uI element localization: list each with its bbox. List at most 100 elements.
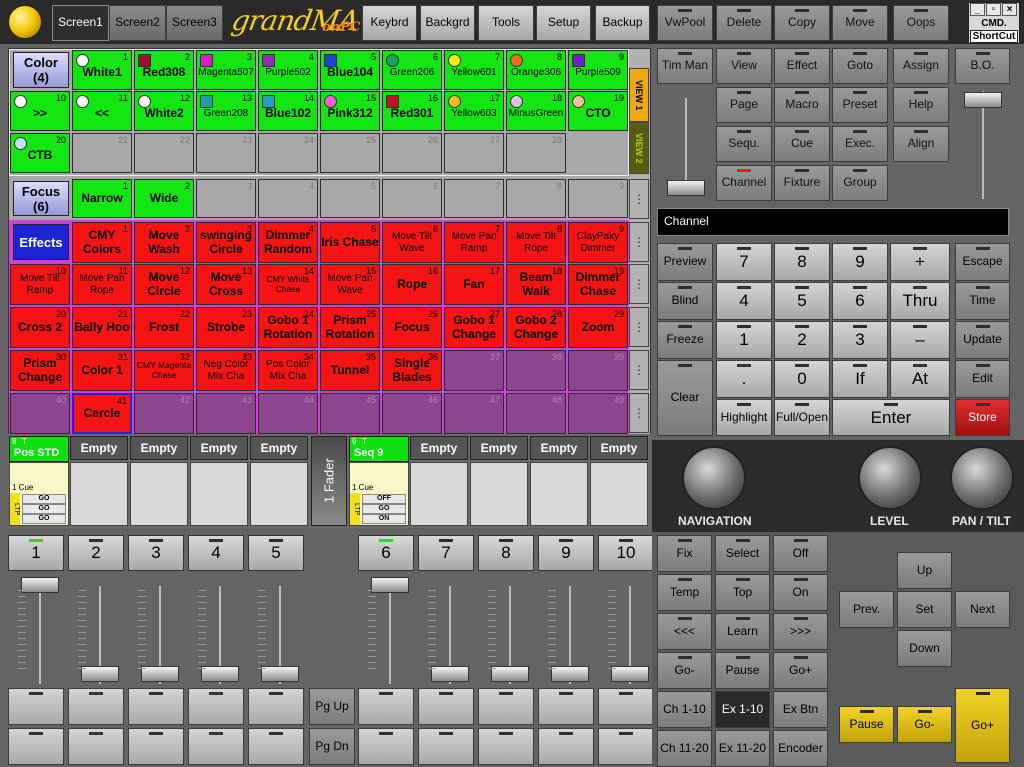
oops-button[interactable]: Oops: [893, 5, 949, 41]
on-button[interactable]: On: [773, 574, 828, 611]
prev-button[interactable]: Prev.: [839, 591, 894, 628]
pool-cell-cmy-white-chase[interactable]: CMY White Chase 14: [258, 264, 318, 305]
go-button[interactable]: Go+: [773, 652, 828, 689]
pool-cell-pos-color-mix-cha[interactable]: Pos Color Mix Cha 34: [258, 350, 318, 391]
pool-cell-empty[interactable]: 37: [444, 350, 504, 391]
effect-button[interactable]: Effect: [774, 48, 830, 84]
fader-8-button-bottom[interactable]: [478, 728, 534, 765]
thru-key[interactable]: Thru: [890, 282, 950, 320]
digit-1-key[interactable]: 1: [716, 321, 772, 359]
fader-7-button-bottom[interactable]: [418, 728, 474, 765]
clear-key[interactable]: Clear: [657, 360, 713, 436]
escape-key[interactable]: Escape: [955, 243, 1010, 281]
encoder-button[interactable]: Encoder: [773, 730, 828, 767]
enter-key[interactable]: Enter: [832, 399, 950, 436]
digit-9-key[interactable]: 9: [832, 243, 888, 281]
pool-cell-tunnel[interactable]: Tunnel 35: [320, 350, 380, 391]
pool-cell-move-pan-ramp[interactable]: Move Pan Ramp 7: [444, 222, 504, 263]
executor-go-state[interactable]: GO: [362, 504, 406, 514]
preset-button[interactable]: Preset: [832, 87, 888, 123]
select-button[interactable]: Select: [715, 535, 770, 572]
fader-knob[interactable]: [431, 666, 469, 682]
pool-cell-cto[interactable]: CTO 19: [568, 91, 628, 131]
pool-cell-gobo-1-change[interactable]: Gobo 1 Change 27: [444, 307, 504, 348]
fader-10-number[interactable]: 10: [598, 535, 654, 571]
pool-cell-white2[interactable]: White2 12: [134, 91, 194, 131]
pool-cell-blue102[interactable]: Blue102 14: [258, 91, 318, 131]
pool-cell-red301[interactable]: Red301 16: [382, 91, 442, 131]
fader-8-button-top[interactable]: [478, 688, 534, 725]
shortcut-button[interactable]: ShortCut: [970, 30, 1018, 43]
pool-cell-empty[interactable]: 38: [506, 350, 566, 391]
fader-9-button-top[interactable]: [538, 688, 594, 725]
keybrd-button[interactable]: Keybrd: [362, 5, 417, 41]
executor-empty-body[interactable]: [410, 462, 468, 526]
fader-knob[interactable]: [141, 666, 179, 682]
fader-3-button-bottom[interactable]: [128, 728, 184, 765]
master-go-plus-button[interactable]: Go+: [955, 688, 1010, 763]
pool-cell-empty[interactable]: 45: [320, 393, 380, 434]
goto-button[interactable]: Goto: [832, 48, 888, 84]
executor-empty-header[interactable]: Empty: [530, 436, 588, 460]
pool-cell-empty[interactable]: 9: [568, 179, 628, 218]
digit-7-key[interactable]: 7: [716, 243, 772, 281]
down-button[interactable]: Down: [897, 630, 952, 667]
executor-empty-body[interactable]: [530, 462, 588, 526]
pool-cell-blue104[interactable]: Blue104 5: [320, 50, 380, 90]
store-key[interactable]: Store: [955, 399, 1010, 436]
fader-6-button-top[interactable]: [358, 688, 414, 725]
digit-3-key[interactable]: 3: [832, 321, 888, 359]
fader-3-button-top[interactable]: [128, 688, 184, 725]
executor-body[interactable]: 1 Cue LTP OFF GO ON: [349, 462, 409, 526]
pool-cell-empty[interactable]: 43: [196, 393, 256, 434]
plus-key[interactable]: +: [890, 243, 950, 281]
pool-cell-empty[interactable]: 23: [196, 133, 256, 173]
executor-empty-header[interactable]: Empty: [70, 436, 128, 460]
pool-cell-move-wash[interactable]: Move Wash 2: [134, 222, 194, 263]
pool-cell-gobo-2-change[interactable]: Gobo 2 Change 28: [506, 307, 566, 348]
pool-cell-prism-rotation[interactable]: Prism Rotation 25: [320, 307, 380, 348]
pool-cell-move-circle[interactable]: Move Circle 12: [134, 264, 194, 305]
scroll-handle[interactable]: ⋮: [629, 307, 649, 347]
master-pause-button[interactable]: Pause: [839, 706, 894, 743]
backup-button[interactable]: Backup: [595, 5, 650, 41]
fix-button[interactable]: Fix: [657, 535, 712, 572]
fader-4-number[interactable]: 4: [188, 535, 244, 571]
fader-8-number[interactable]: 8: [478, 535, 534, 571]
pool-cell-swinging-circle[interactable]: swinging Circle 3: [196, 222, 256, 263]
level-encoder-icon[interactable]: [858, 446, 922, 510]
pool-cell-wide[interactable]: Wide 2: [134, 179, 194, 218]
fader-9-button-bottom[interactable]: [538, 728, 594, 765]
pool-cell-rope[interactable]: Rope 16: [382, 264, 442, 305]
pool-cell-color-1[interactable]: Color 1 31: [72, 350, 132, 391]
cmd-label[interactable]: CMD.: [970, 17, 1018, 30]
if-key[interactable]: If: [832, 360, 888, 398]
ex-btn-button[interactable]: Ex Btn: [773, 691, 828, 728]
fader-4-button-top[interactable]: [188, 688, 244, 725]
pool-cell-move-tilt-wave[interactable]: Move Tilt Wave 6: [382, 222, 442, 263]
pool-cell-frost[interactable]: Frost 22: [134, 307, 194, 348]
pool-cell-claypaky-dimmer[interactable]: ClayPaky Dimmer 9: [568, 222, 628, 263]
pool-cell-red308[interactable]: Red308 2: [134, 50, 194, 90]
fader-5-button-top[interactable]: [248, 688, 304, 725]
fader-knob[interactable]: [81, 666, 119, 682]
ex-1-10-button[interactable]: Ex 1-10: [715, 691, 770, 728]
pool-cell-focus[interactable]: Focus 26: [382, 307, 442, 348]
pool-cell-empty[interactable]: 3: [196, 179, 256, 218]
pool-cell-empty[interactable]: 7: [444, 179, 504, 218]
scroll-handle[interactable]: ⋮: [629, 179, 649, 219]
assign-button[interactable]: Assign: [893, 48, 949, 84]
executor-go-state[interactable]: OFF: [362, 494, 406, 504]
pool-cell-green206[interactable]: Green206 6: [382, 50, 442, 90]
pool-cell-move-tilt-ramp[interactable]: Move Tilt Ramp 10: [10, 264, 70, 305]
freeze-key[interactable]: Freeze: [657, 321, 713, 359]
pool-cell-yellow603[interactable]: Yellow603 17: [444, 91, 504, 131]
up-button[interactable]: Up: [897, 552, 952, 589]
pool-cell-empty[interactable]: 49: [568, 393, 628, 434]
pool-cell-yellow601[interactable]: Yellow601 7: [444, 50, 504, 90]
preview-key[interactable]: Preview: [657, 243, 713, 281]
pool-cell-move-pan-rope[interactable]: Move Pan Rope 11: [72, 264, 132, 305]
fader-1-button-top[interactable]: [8, 688, 64, 725]
learn-button[interactable]: Learn: [715, 613, 770, 650]
executor-go-state[interactable]: GO: [22, 504, 66, 514]
